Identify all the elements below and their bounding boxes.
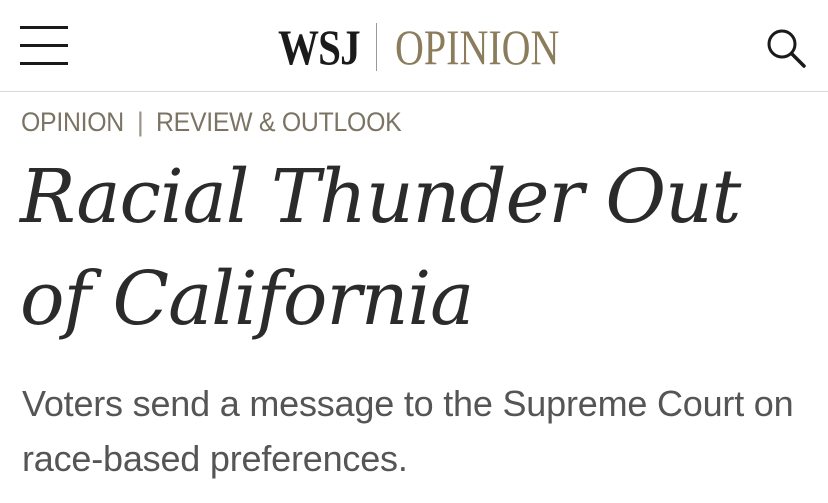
search-icon[interactable] [764,26,808,70]
site-logo[interactable]: WSJ OPINION [278,18,601,76]
breadcrumb-separator: | [136,106,144,137]
article-dek: Voters send a message to the Supreme Cou… [22,383,794,479]
hamburger-menu-icon[interactable] [20,24,68,66]
site-header: WSJ OPINION [0,0,828,92]
breadcrumb: OPINION | REVIEW & OUTLOOK [21,106,422,138]
breadcrumb-opinion-link[interactable]: OPINION [21,107,124,138]
logo-wsj: WSJ [278,19,361,75]
article-headline: Racial Thunder Out of California [20,154,741,342]
logo-section-opinion: OPINION [395,19,560,75]
menu-bar [20,62,68,65]
menu-bar [20,26,68,29]
logo-divider [376,23,377,71]
breadcrumb-review-outlook-link[interactable]: REVIEW & OUTLOOK [156,107,402,138]
menu-bar [20,44,68,47]
